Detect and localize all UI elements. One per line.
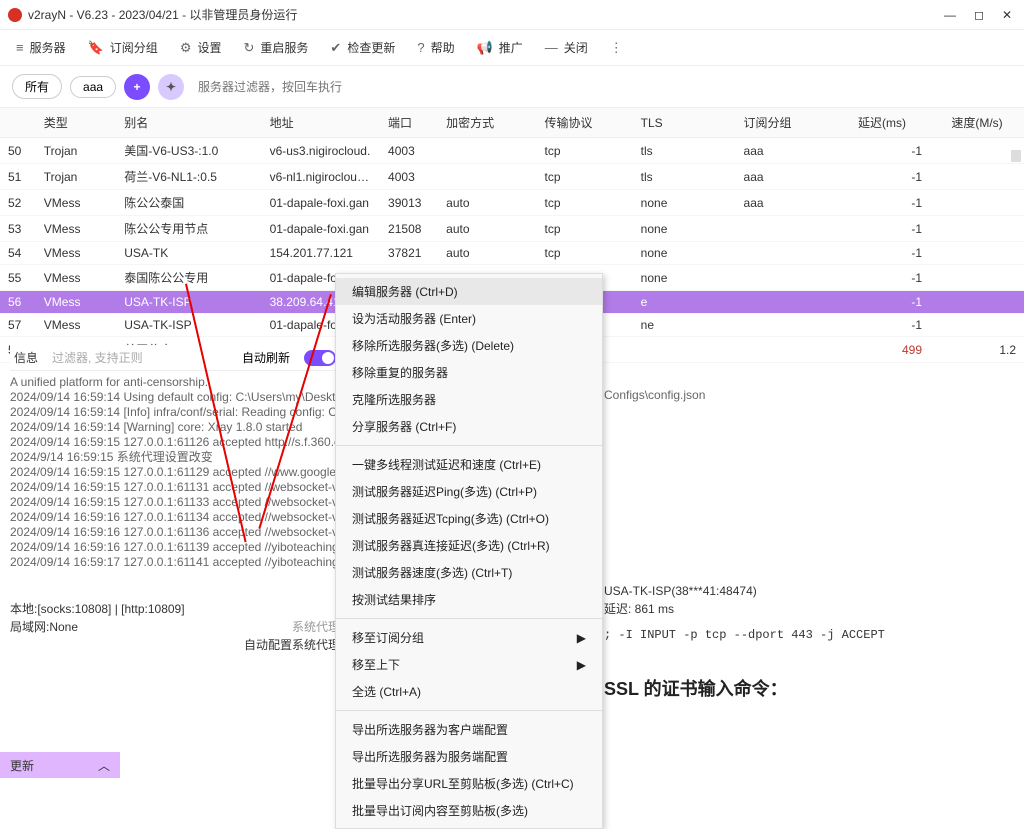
check-icon: ✔ xyxy=(330,40,341,56)
toolbar-promo[interactable]: 📢推广 xyxy=(477,39,523,56)
menu-test-ping[interactable]: 测试服务器延迟Ping(多选) (Ctrl+P) xyxy=(336,478,602,505)
menu-test-realping[interactable]: 测试服务器真连接延迟(多选) (Ctrl+R) xyxy=(336,532,602,559)
menu-set-active[interactable]: 设为活动服务器 (Enter) xyxy=(336,305,602,332)
col-proto[interactable]: 传输协议 xyxy=(537,108,633,138)
table-row[interactable]: 52VMess陈公公泰国01-dapale-foxi.gan39013autot… xyxy=(0,190,1024,216)
col-enc[interactable]: 加密方式 xyxy=(438,108,536,138)
menu-remove-dup[interactable]: 移除重复的服务器 xyxy=(336,359,602,386)
filter-aaa[interactable]: aaa xyxy=(70,76,116,98)
minimize-button[interactable]: — xyxy=(944,8,956,22)
toolbar-restart[interactable]: ↻重启服务 xyxy=(243,39,308,56)
log-filter-hint[interactable]: 过滤器, 支持正则 xyxy=(52,349,228,366)
lan-status: 局域网:None xyxy=(10,618,78,654)
menu-sort[interactable]: 按测试结果排序 xyxy=(336,586,602,613)
minus-icon: — xyxy=(545,40,558,55)
sysproxy-label: 系统代理 xyxy=(138,618,340,636)
filter-all[interactable]: 所有 xyxy=(12,74,62,99)
titlebar: v2rayN - V6.23 - 2023/04/21 - 以非管理员身份运行 … xyxy=(0,0,1024,30)
maximize-button[interactable]: ◻ xyxy=(974,8,984,22)
col-index[interactable] xyxy=(0,108,36,138)
speaker-icon: 📢 xyxy=(477,40,493,56)
bottom-bar[interactable]: 更新 ︿ xyxy=(0,752,120,778)
more-icon: ⋮ xyxy=(610,40,623,56)
menu-separator xyxy=(336,445,602,446)
table-row[interactable]: 54VMessUSA-TK154.201.77.12137821autotcpn… xyxy=(0,242,1024,265)
col-alias[interactable]: 别名 xyxy=(116,108,261,138)
col-addr[interactable]: 地址 xyxy=(262,108,380,138)
help-icon: ? xyxy=(417,40,424,55)
table-row[interactable]: 53VMess陈公公专用节点01-dapale-foxi.gan21508aut… xyxy=(0,216,1024,242)
background-heading: SSL 的证书输入命令： xyxy=(604,675,788,701)
list-icon: ≡ xyxy=(16,40,24,55)
menu-remove[interactable]: 移除所选服务器(多选) (Delete) xyxy=(336,332,602,359)
close-button[interactable]: ✕ xyxy=(1002,8,1012,22)
col-sub[interactable]: 订阅分组 xyxy=(736,108,834,138)
toolbar-close[interactable]: —关闭 xyxy=(545,39,588,56)
add-button[interactable]: + xyxy=(124,74,150,100)
menu-separator xyxy=(336,710,602,711)
expand-button[interactable]: ✦ xyxy=(158,74,184,100)
menu-clone[interactable]: 克隆所选服务器 xyxy=(336,386,602,413)
gear-icon: ⚙ xyxy=(180,40,192,56)
menu-test-all[interactable]: 一键多线程测试延迟和速度 (Ctrl+E) xyxy=(336,451,602,478)
background-status: USA-TK-ISP(38***41:48474) 延迟: 861 ms ; -… xyxy=(604,582,885,644)
auto-refresh-label: 自动刷新 xyxy=(242,349,290,366)
col-tls[interactable]: TLS xyxy=(633,108,736,138)
toolbar-update[interactable]: ✔检查更新 xyxy=(330,39,395,56)
menu-separator xyxy=(336,618,602,619)
menu-export-url[interactable]: 批量导出分享URL至剪贴板(多选) (Ctrl+C) xyxy=(336,770,602,797)
toolbar-help[interactable]: ?帮助 xyxy=(417,39,454,56)
menu-move-updown[interactable]: 移至上下▶ xyxy=(336,651,602,678)
local-ports: 本地:[socks:10808] | [http:10809] xyxy=(10,600,340,618)
scrollbar-thumb[interactable] xyxy=(1011,150,1021,162)
menu-share[interactable]: 分享服务器 (Ctrl+F) xyxy=(336,413,602,440)
col-speed[interactable]: 速度(M/s) xyxy=(930,108,1024,138)
menu-export-client[interactable]: 导出所选服务器为客户端配置 xyxy=(336,716,602,743)
col-delay[interactable]: 延迟(ms) xyxy=(834,108,930,138)
menu-select-all[interactable]: 全选 (Ctrl+A) xyxy=(336,678,602,705)
table-header-row: 类型 别名 地址 端口 加密方式 传输协议 TLS 订阅分组 延迟(ms) 速度… xyxy=(0,108,1024,138)
menu-export-server[interactable]: 导出所选服务器为服务端配置 xyxy=(336,743,602,770)
log-panel: 信息 过滤器, 支持正则 自动刷新 A unified platform for… xyxy=(10,345,340,654)
context-menu: 编辑服务器 (Ctrl+D) 设为活动服务器 (Enter) 移除所选服务器(多… xyxy=(335,273,603,829)
chevron-up-icon[interactable]: ︿ xyxy=(98,757,110,774)
auto-refresh-toggle[interactable] xyxy=(304,350,336,366)
update-label: 更新 xyxy=(10,757,34,774)
tag-icon: 🔖 xyxy=(88,40,104,56)
menu-test-tcping[interactable]: 测试服务器延迟Tcping(多选) (Ctrl+O) xyxy=(336,505,602,532)
sysproxy-value: 自动配置系统代理 xyxy=(138,636,340,654)
background-text: Configs\config.json xyxy=(604,387,705,403)
col-port[interactable]: 端口 xyxy=(380,108,438,138)
toolbar-settings[interactable]: ⚙设置 xyxy=(180,39,222,56)
app-icon xyxy=(8,8,22,22)
menu-export-sub[interactable]: 批量导出订阅内容至剪贴板(多选) xyxy=(336,797,602,824)
menu-test-speed[interactable]: 测试服务器速度(多选) (Ctrl+T) xyxy=(336,559,602,586)
toolbar-subgroup[interactable]: 🔖订阅分组 xyxy=(88,39,158,56)
toolbar: ≡服务器 🔖订阅分组 ⚙设置 ↻重启服务 ✔检查更新 ?帮助 📢推广 —关闭 ⋮ xyxy=(0,30,1024,66)
filterbar: 所有 aaa + ✦ xyxy=(0,66,1024,108)
menu-edit-server[interactable]: 编辑服务器 (Ctrl+D) xyxy=(336,278,602,305)
window-buttons: — ◻ ✕ xyxy=(944,8,1016,22)
table-row[interactable]: 51Trojan荷兰-V6-NL1-:0.5v6-nl1.nigirocloud… xyxy=(0,164,1024,190)
refresh-icon: ↻ xyxy=(243,40,254,56)
server-filter-input[interactable] xyxy=(192,76,412,98)
table-row[interactable]: 50Trojan美国-V6-US3-:1.0v6-us3.nigirocloud… xyxy=(0,138,1024,164)
col-type[interactable]: 类型 xyxy=(36,108,116,138)
log-lines: A unified platform for anti-censorship.2… xyxy=(10,371,340,570)
log-info-label: 信息 xyxy=(14,349,38,366)
toolbar-servers[interactable]: ≡服务器 xyxy=(16,39,66,56)
toolbar-more[interactable]: ⋮ xyxy=(610,40,623,56)
menu-move-sub[interactable]: 移至订阅分组▶ xyxy=(336,624,602,651)
window-title: v2rayN - V6.23 - 2023/04/21 - 以非管理员身份运行 xyxy=(28,6,944,23)
